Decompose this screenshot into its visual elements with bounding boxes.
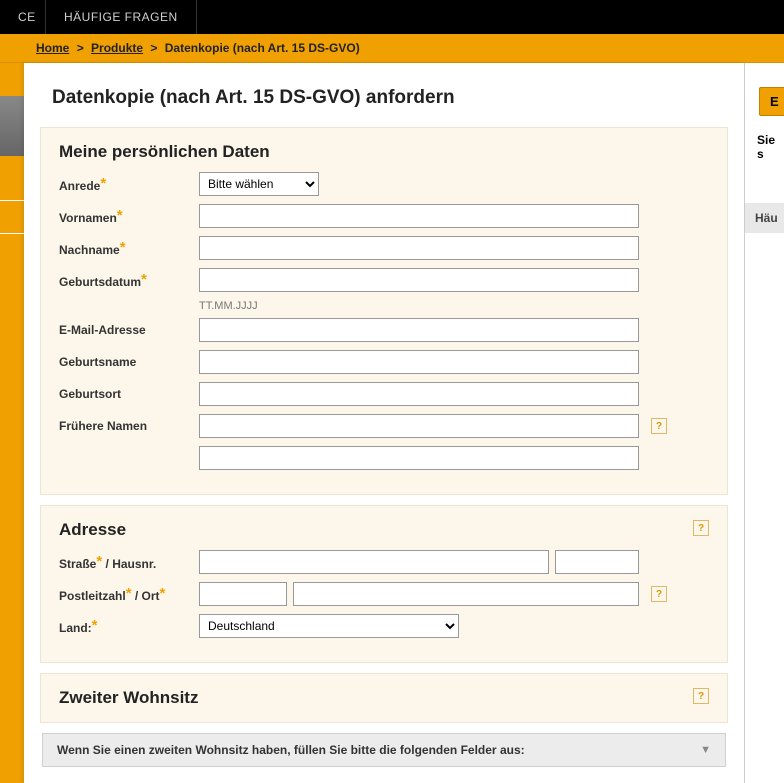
select-land[interactable]: Deutschland: [199, 614, 459, 638]
breadcrumb-current: Datenkopie (nach Art. 15 DS-GVO): [165, 41, 360, 55]
top-nav: CE HÄUFIGE FRAGEN: [0, 0, 784, 34]
chevron-down-icon: ▼: [700, 744, 711, 756]
input-fruehere-2[interactable]: [199, 446, 639, 470]
input-strasse[interactable]: [199, 550, 549, 574]
input-ort[interactable]: [293, 582, 639, 606]
input-vornamen[interactable]: [199, 204, 639, 228]
right-sidebar: E Sie s Häu: [744, 63, 784, 783]
help-icon[interactable]: ?: [693, 520, 709, 536]
text-hau: Häu: [745, 203, 784, 233]
input-nachname[interactable]: [199, 236, 639, 260]
left-gutter: [0, 63, 24, 783]
input-plz[interactable]: [199, 582, 287, 606]
label-geburtsdatum: Geburtsdatum*: [59, 268, 199, 290]
hint-geburtsdatum: TT.MM.JJJJ: [199, 300, 258, 312]
select-anrede[interactable]: Bitte wählen: [199, 172, 319, 196]
nav-tab-faq[interactable]: HÄUFIGE FRAGEN: [46, 0, 197, 34]
section-title-adresse: Adresse: [59, 520, 709, 540]
section-title-zweiter: Zweiter Wohnsitz: [59, 688, 709, 708]
breadcrumb-home[interactable]: Home: [36, 41, 69, 55]
input-email[interactable]: [199, 318, 639, 342]
label-anrede: Anrede*: [59, 172, 199, 194]
button-e[interactable]: E: [759, 87, 784, 116]
breadcrumb-produkte[interactable]: Produkte: [91, 41, 143, 55]
help-icon[interactable]: ?: [651, 418, 667, 434]
label-nachname: Nachname*: [59, 236, 199, 258]
breadcrumb: Home > Produkte > Datenkopie (nach Art. …: [0, 34, 784, 63]
label-plz: Postleitzahl* / Ort*: [59, 582, 199, 604]
section-title-personal: Meine persönlichen Daten: [59, 142, 709, 162]
text-sie: Sie s: [757, 133, 784, 161]
label-vornamen: Vornamen*: [59, 204, 199, 226]
collapse-zweiter[interactable]: Wenn Sie einen zweiten Wohnsitz haben, f…: [42, 733, 726, 767]
input-hausnr[interactable]: [555, 550, 639, 574]
input-geburtsdatum[interactable]: [199, 268, 639, 292]
label-strasse: Straße* / Hausnr.: [59, 550, 199, 572]
breadcrumb-sep: >: [77, 41, 84, 55]
help-icon[interactable]: ?: [651, 586, 667, 602]
label-geburtsort: Geburtsort: [59, 382, 199, 401]
label-land: Land:*: [59, 614, 199, 636]
section-adresse: ? Adresse Straße* / Hausnr. Postleitzahl…: [40, 505, 728, 663]
input-geburtsname[interactable]: [199, 350, 639, 374]
input-fruehere-1[interactable]: [199, 414, 639, 438]
label-email: E-Mail-Adresse: [59, 318, 199, 337]
breadcrumb-sep: >: [150, 41, 157, 55]
collapse-text: Wenn Sie einen zweiten Wohnsitz haben, f…: [57, 743, 525, 757]
page-title: Datenkopie (nach Art. 15 DS-GVO) anforde…: [24, 63, 744, 127]
help-icon[interactable]: ?: [693, 688, 709, 704]
label-geburtsname: Geburtsname: [59, 350, 199, 369]
label-fruehere: Frühere Namen: [59, 414, 199, 433]
section-personal: Meine persönlichen Daten Anrede* Bitte w…: [40, 127, 728, 495]
input-geburtsort[interactable]: [199, 382, 639, 406]
nav-tab-ce[interactable]: CE: [0, 0, 46, 34]
